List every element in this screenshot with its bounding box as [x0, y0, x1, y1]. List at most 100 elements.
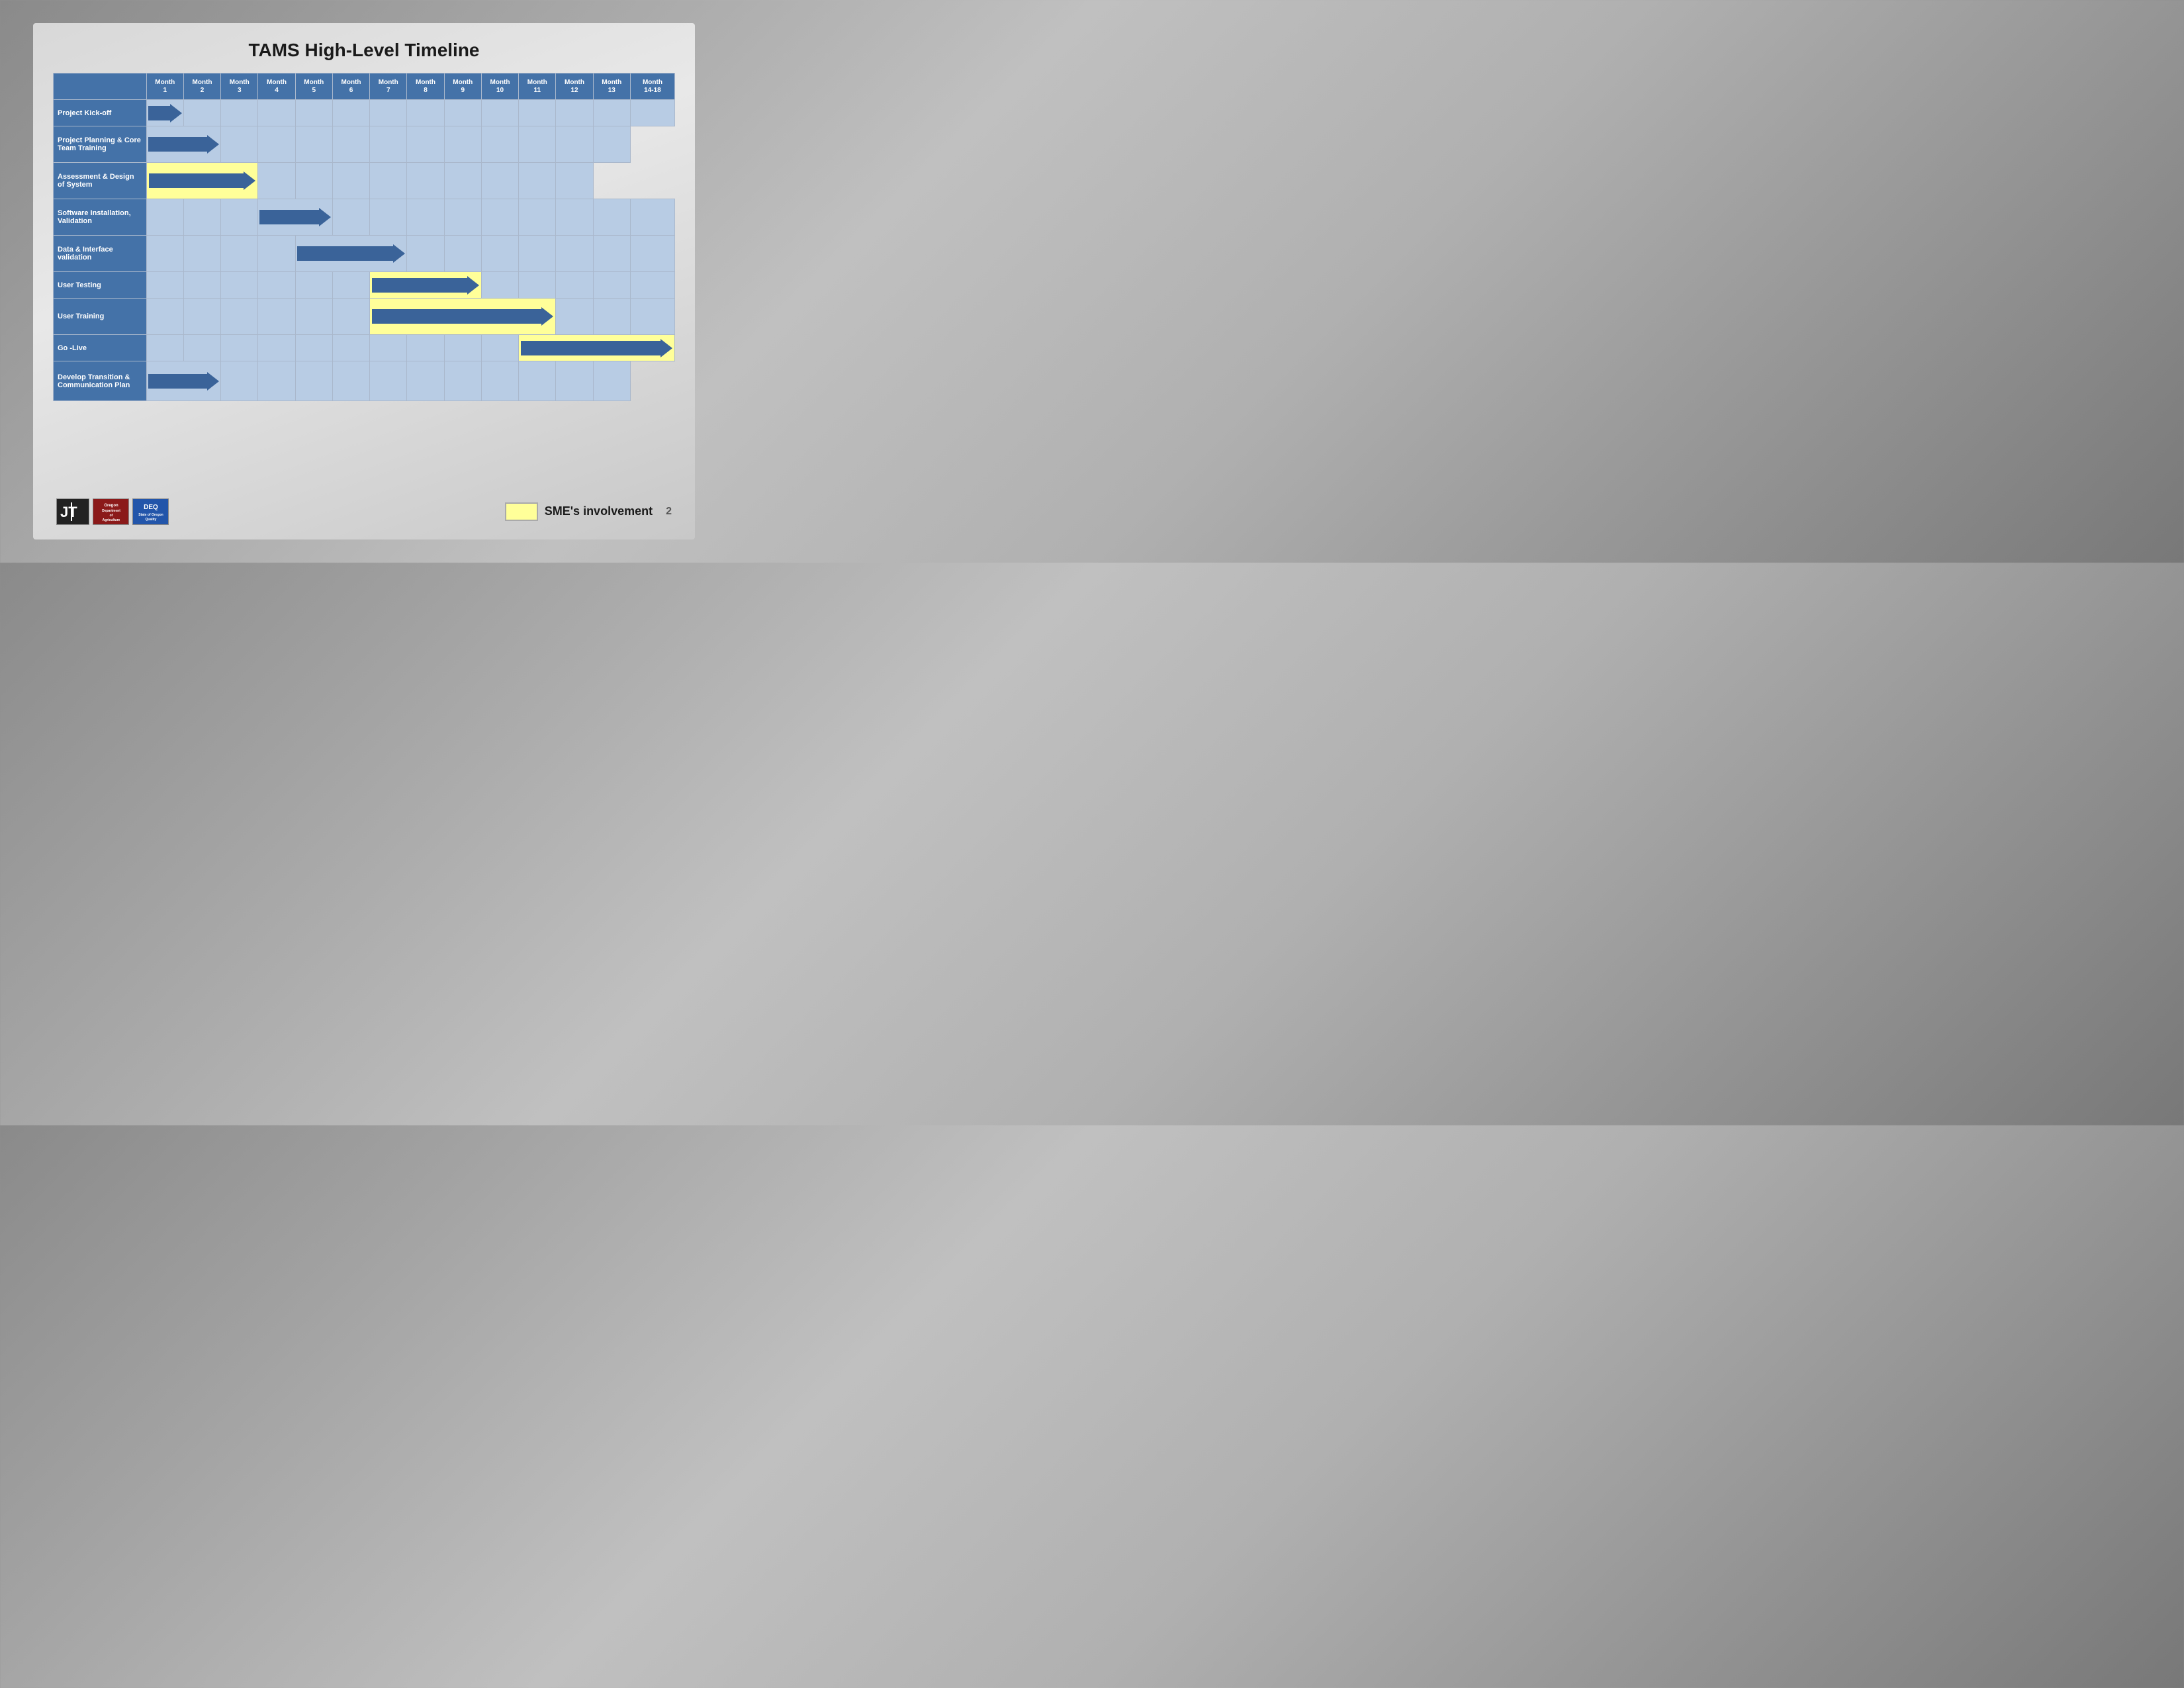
deq-logo: DEQ State of Oregon Quality — [132, 498, 169, 525]
gantt-cell — [407, 236, 444, 272]
gantt-cell — [630, 100, 674, 126]
task-label: Software Installation, Validation — [54, 199, 147, 236]
gantt-cell — [221, 299, 258, 335]
gantt-cell — [295, 272, 332, 299]
task-label: Go -Live — [54, 335, 147, 361]
gantt-cell — [444, 126, 481, 163]
task-label: Project Kick-off — [54, 100, 147, 126]
footer: JT Oregon Department of Agriculture DEQ — [53, 493, 675, 530]
gantt-cell — [183, 100, 220, 126]
jt-logo: JT — [56, 498, 89, 525]
gantt-cell — [407, 335, 444, 361]
gantt-cell — [519, 361, 556, 401]
gantt-cell — [630, 299, 674, 335]
gantt-cell — [556, 126, 593, 163]
month-11-header: Month11 — [519, 73, 556, 100]
gantt-cell — [481, 236, 518, 272]
gantt-cell — [593, 126, 630, 163]
header-row: Month1 Month2 Month3 Month4 Month5 Month… — [54, 73, 675, 100]
gantt-cell — [295, 236, 407, 272]
gantt-cell — [370, 335, 407, 361]
month-10-header: Month10 — [481, 73, 518, 100]
gantt-cell — [519, 100, 556, 126]
table-row: Project Planning & Core Team Training — [54, 126, 675, 163]
gantt-cell — [332, 335, 369, 361]
gantt-cell — [221, 272, 258, 299]
gantt-cell — [556, 236, 593, 272]
task-label: User Training — [54, 299, 147, 335]
month-12-header: Month12 — [556, 73, 593, 100]
gantt-cell — [146, 335, 183, 361]
gantt-cell — [146, 272, 183, 299]
gantt-cell — [146, 199, 183, 236]
svg-text:DEQ: DEQ — [144, 504, 158, 511]
svg-text:Quality: Quality — [145, 518, 156, 522]
month-1-header: Month1 — [146, 73, 183, 100]
gantt-cell-sme — [146, 163, 258, 199]
gantt-cell — [444, 163, 481, 199]
legend-label: SME's involvement — [545, 504, 653, 518]
month-6-header: Month6 — [332, 73, 369, 100]
gantt-cell — [444, 335, 481, 361]
gantt-cell — [556, 361, 593, 401]
gantt-cell — [630, 272, 674, 299]
gantt-cell — [258, 126, 295, 163]
gantt-cell — [593, 272, 630, 299]
task-label: Assessment & Design of System — [54, 163, 147, 199]
gantt-cell — [332, 100, 369, 126]
page-title: TAMS High-Level Timeline — [53, 36, 675, 66]
gantt-cell — [146, 236, 183, 272]
gantt-cell — [444, 236, 481, 272]
gantt-cell — [221, 236, 258, 272]
gantt-cell — [146, 126, 221, 163]
gantt-cell — [221, 335, 258, 361]
month-9-header: Month9 — [444, 73, 481, 100]
month-3-header: Month3 — [221, 73, 258, 100]
gantt-cell — [407, 163, 444, 199]
month-5-header: Month5 — [295, 73, 332, 100]
oregon-logo: Oregon Department of Agriculture — [93, 498, 129, 525]
gantt-cell — [183, 199, 220, 236]
svg-text:JT: JT — [60, 504, 77, 520]
month-13-header: Month13 — [593, 73, 630, 100]
gantt-cell — [221, 361, 258, 401]
gantt-cell — [332, 199, 369, 236]
gantt-cell — [444, 361, 481, 401]
gantt-cell — [258, 163, 295, 199]
gantt-cell — [183, 299, 220, 335]
slide: TAMS High-Level Timeline — [33, 23, 695, 539]
gantt-cell — [221, 100, 258, 126]
gantt-cell — [519, 126, 556, 163]
svg-text:of: of — [109, 514, 113, 518]
gantt-cell — [519, 199, 556, 236]
gantt-table: Month1 Month2 Month3 Month4 Month5 Month… — [53, 73, 675, 401]
gantt-cell — [370, 163, 407, 199]
gantt-cell — [481, 361, 518, 401]
gantt-cell — [630, 236, 674, 272]
gantt-cell — [593, 361, 630, 401]
month-8-header: Month8 — [407, 73, 444, 100]
gantt-cell — [295, 361, 332, 401]
gantt-cell — [481, 100, 518, 126]
table-row: Develop Transition & Communication Plan — [54, 361, 675, 401]
gantt-cell-sme — [370, 272, 482, 299]
svg-text:State of Oregon: State of Oregon — [138, 513, 163, 517]
gantt-cell — [295, 126, 332, 163]
gantt-container: Month1 Month2 Month3 Month4 Month5 Month… — [53, 73, 675, 487]
gantt-cell-sme — [370, 299, 556, 335]
table-row: Data & Interface validation — [54, 236, 675, 272]
gantt-cell — [295, 100, 332, 126]
gantt-cell — [146, 299, 183, 335]
gantt-cell — [146, 361, 221, 401]
gantt-cell — [258, 236, 295, 272]
gantt-cell — [370, 126, 407, 163]
gantt-cell — [519, 272, 556, 299]
table-row: Go -Live — [54, 335, 675, 361]
task-label: Project Planning & Core Team Training — [54, 126, 147, 163]
gantt-cell — [556, 100, 593, 126]
gantt-cell — [183, 272, 220, 299]
gantt-cell — [481, 335, 518, 361]
gantt-cell — [630, 199, 674, 236]
month-4-header: Month4 — [258, 73, 295, 100]
gantt-cell — [519, 236, 556, 272]
